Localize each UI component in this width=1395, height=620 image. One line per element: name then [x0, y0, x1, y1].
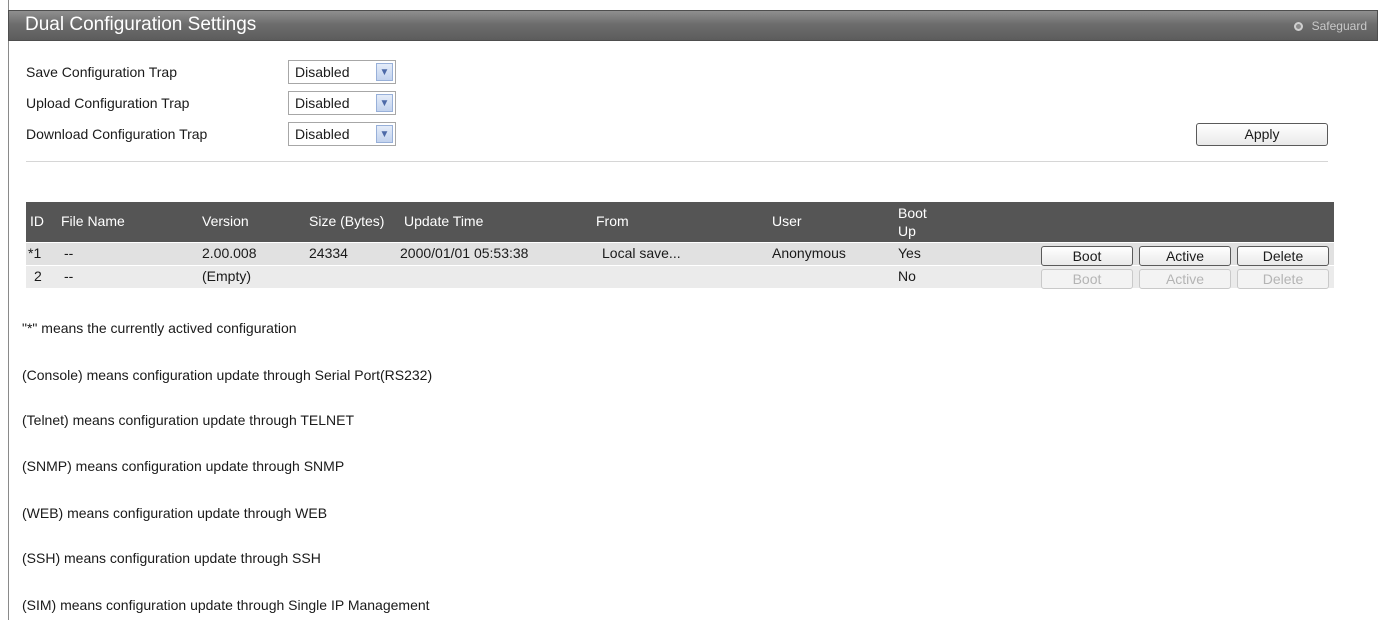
active-button-disabled: Active	[1139, 269, 1231, 289]
col-size: Size (Bytes)	[309, 213, 385, 229]
note-snmp: (SNMP) means configuration update throug…	[22, 458, 345, 474]
save-config-trap-value: Disabled	[295, 64, 350, 80]
save-config-trap-label: Save Configuration Trap	[26, 64, 177, 80]
cell-file-name: --	[64, 268, 74, 284]
cell-file-name: --	[64, 245, 74, 261]
note-active-marker: "*" means the currently actived configur…	[22, 320, 297, 336]
download-config-trap-select[interactable]: Disabled ▼	[288, 122, 396, 146]
delete-button[interactable]: Delete	[1237, 246, 1329, 266]
col-version: Version	[202, 213, 249, 229]
cell-from: Local save...	[602, 245, 681, 261]
save-config-trap-select[interactable]: Disabled ▼	[288, 60, 396, 84]
safeguard-label: Safeguard	[1311, 19, 1367, 33]
safeguard-indicator[interactable]: Safeguard	[1293, 19, 1367, 33]
title-bar: Dual Configuration Settings Safeguard	[8, 10, 1378, 41]
cell-id: 2	[34, 268, 42, 284]
table-row: 2 -- (Empty) No	[26, 266, 1334, 288]
cell-size: 24334	[309, 245, 348, 261]
chevron-down-icon[interactable]: ▼	[376, 94, 393, 112]
delete-button-disabled: Delete	[1237, 269, 1329, 289]
note-console: (Console) means configuration update thr…	[22, 367, 433, 383]
note-web: (WEB) means configuration update through…	[22, 505, 328, 521]
table-row: *1 -- 2.00.008 24334 2000/01/01 05:53:38…	[26, 243, 1334, 265]
note-ssh: (SSH) means configuration update through…	[22, 550, 321, 566]
chevron-down-icon[interactable]: ▼	[376, 63, 393, 81]
boot-button-disabled: Boot	[1041, 269, 1133, 289]
download-config-trap-value: Disabled	[295, 126, 350, 142]
active-button[interactable]: Active	[1139, 246, 1231, 266]
cell-version: 2.00.008	[202, 245, 257, 261]
table-header: ID File Name Version Size (Bytes) Update…	[26, 202, 1334, 242]
cell-user: Anonymous	[772, 245, 846, 261]
note-sim: (SIM) means configuration update through…	[22, 597, 430, 613]
boot-button[interactable]: Boot	[1041, 246, 1133, 266]
cell-boot-up: No	[898, 268, 916, 284]
note-telnet: (Telnet) means configuration update thro…	[22, 412, 355, 428]
apply-button[interactable]: Apply	[1196, 123, 1328, 146]
upload-config-trap-select[interactable]: Disabled ▼	[288, 91, 396, 115]
col-user: User	[772, 213, 802, 229]
cell-id: *1	[28, 245, 42, 261]
cell-update-time: 2000/01/01 05:53:38	[400, 245, 529, 261]
col-up: Up	[898, 223, 916, 239]
col-file-name: File Name	[61, 213, 125, 229]
content-frame	[8, 0, 1395, 620]
upload-config-trap-label: Upload Configuration Trap	[26, 95, 190, 111]
upload-config-trap-value: Disabled	[295, 95, 350, 111]
divider	[26, 161, 1328, 162]
page-title: Dual Configuration Settings	[25, 14, 257, 35]
cell-boot-up: Yes	[898, 245, 921, 261]
cell-version: (Empty)	[202, 268, 251, 284]
safeguard-icon	[1293, 21, 1303, 31]
col-boot: Boot	[898, 205, 927, 221]
chevron-down-icon[interactable]: ▼	[376, 125, 393, 143]
col-update-time: Update Time	[404, 213, 484, 229]
col-id: ID	[30, 213, 44, 229]
col-from: From	[596, 213, 629, 229]
download-config-trap-label: Download Configuration Trap	[26, 126, 208, 142]
